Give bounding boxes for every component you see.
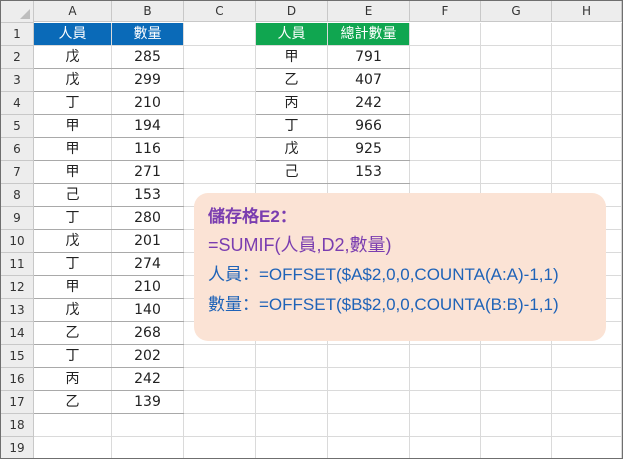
table2-cell[interactable]: 丁	[256, 115, 327, 137]
column-header-f[interactable]: F	[410, 1, 481, 22]
column-header-b[interactable]: B	[112, 1, 184, 22]
spreadsheet-window: ABCDEFGH 1 2 3 4 5 6 7 8 9 10 11 12 13 14 15 16 17 18 19 人…	[0, 0, 623, 459]
select-all-corner[interactable]	[1, 1, 34, 23]
table-row-border	[34, 413, 184, 414]
table1-cell[interactable]: 甲	[34, 161, 111, 183]
row-header-10[interactable]: 10	[1, 230, 34, 253]
table1-cell[interactable]: 274	[112, 253, 183, 275]
row-header-16[interactable]: 16	[1, 368, 34, 391]
table2-header-cell[interactable]: 人員	[256, 23, 327, 45]
row-header-19[interactable]: 19	[1, 437, 34, 458]
column-header-d[interactable]: D	[256, 1, 328, 22]
row-header-11[interactable]: 11	[1, 253, 34, 276]
callout-title: 儲存格E2：	[208, 207, 297, 226]
table1-cell[interactable]: 268	[112, 322, 183, 344]
table2-cell[interactable]: 153	[328, 161, 409, 183]
gridline-vertical	[621, 23, 622, 458]
row-header-4[interactable]: 4	[1, 92, 34, 115]
row-header-13[interactable]: 13	[1, 299, 34, 322]
table1-cell[interactable]: 194	[112, 115, 183, 137]
row-header-12[interactable]: 12	[1, 276, 34, 299]
table1-cell[interactable]: 乙	[34, 322, 111, 344]
table1-cell[interactable]: 153	[112, 184, 183, 206]
row-header-8[interactable]: 8	[1, 184, 34, 207]
table1-cell[interactable]: 戊	[34, 299, 111, 321]
formula-callout: 儲存格E2： =SUMIF(人員,D2,數量) 人員：=OFFSET($A$2,…	[194, 193, 606, 341]
table1-cell[interactable]: 140	[112, 299, 183, 321]
table2-cell[interactable]: 242	[328, 92, 409, 114]
column-header-h[interactable]: H	[552, 1, 622, 22]
table2-cell[interactable]: 791	[328, 46, 409, 68]
table1-cell[interactable]: 丁	[34, 207, 111, 229]
column-header-a[interactable]: A	[34, 1, 112, 22]
row-header-18[interactable]: 18	[1, 414, 34, 437]
column-header-e[interactable]: E	[328, 1, 410, 22]
table1-cell[interactable]: 202	[112, 345, 183, 367]
table2-cell[interactable]: 己	[256, 161, 327, 183]
table1-cell[interactable]: 210	[112, 92, 183, 114]
table2-cell[interactable]: 甲	[256, 46, 327, 68]
table2-cell[interactable]: 966	[328, 115, 409, 137]
row-header-17[interactable]: 17	[1, 391, 34, 414]
table1-cell[interactable]: 戊	[34, 230, 111, 252]
row-header-14[interactable]: 14	[1, 322, 34, 345]
table2-cell[interactable]: 407	[328, 69, 409, 91]
callout-person-range: 人員：=OFFSET($A$2,0,0,COUNTA(A:A)-1,1)	[208, 265, 559, 284]
callout-quantity-range: 數量：=OFFSET($B$2,0,0,COUNTA(B:B)-1,1)	[208, 295, 559, 314]
table1-cell[interactable]: 乙	[34, 391, 111, 413]
table2-cell[interactable]: 925	[328, 138, 409, 160]
row-header-2[interactable]: 2	[1, 46, 34, 69]
table1-cell[interactable]: 242	[112, 368, 183, 390]
table1-cell[interactable]: 甲	[34, 276, 111, 298]
table1-cell[interactable]: 201	[112, 230, 183, 252]
row-header-7[interactable]: 7	[1, 161, 34, 184]
table1-cell[interactable]: 戊	[34, 69, 111, 91]
gridline-horizontal	[34, 436, 622, 437]
table1-cell[interactable]: 271	[112, 161, 183, 183]
table1-cell[interactable]: 甲	[34, 138, 111, 160]
table2-header-cell[interactable]: 總計數量	[328, 23, 409, 45]
table1-cell[interactable]: 己	[34, 184, 111, 206]
table1-cell[interactable]: 丁	[34, 92, 111, 114]
row-header-9[interactable]: 9	[1, 207, 34, 230]
table1-header-cell[interactable]: 數量	[112, 23, 183, 45]
table2-cell[interactable]: 乙	[256, 69, 327, 91]
column-header-c[interactable]: C	[184, 1, 256, 22]
table1-cell[interactable]: 甲	[34, 115, 111, 137]
gridline-vertical	[183, 23, 184, 458]
callout-formula: =SUMIF(人員,D2,數量)	[208, 235, 392, 255]
table1-cell[interactable]: 210	[112, 276, 183, 298]
table1-cell[interactable]: 丁	[34, 253, 111, 275]
table2-cell[interactable]: 戊	[256, 138, 327, 160]
table1-cell[interactable]: 戊	[34, 46, 111, 68]
table1-cell[interactable]: 280	[112, 207, 183, 229]
table1-cell[interactable]: 丙	[34, 368, 111, 390]
table1-cell[interactable]: 116	[112, 138, 183, 160]
table-row-border	[256, 183, 410, 184]
row-header-1[interactable]: 1	[1, 23, 34, 46]
table1-cell[interactable]: 139	[112, 391, 183, 413]
column-header-g[interactable]: G	[481, 1, 552, 22]
row-header-3[interactable]: 3	[1, 69, 34, 92]
row-header-5[interactable]: 5	[1, 115, 34, 138]
select-all-triangle-icon	[20, 9, 30, 19]
table1-cell[interactable]: 丁	[34, 345, 111, 367]
row-header-6[interactable]: 6	[1, 138, 34, 161]
table1-cell[interactable]: 285	[112, 46, 183, 68]
table1-cell[interactable]: 299	[112, 69, 183, 91]
table2-cell[interactable]: 丙	[256, 92, 327, 114]
row-header-15[interactable]: 15	[1, 345, 34, 368]
table1-header-cell[interactable]: 人員	[34, 23, 111, 45]
